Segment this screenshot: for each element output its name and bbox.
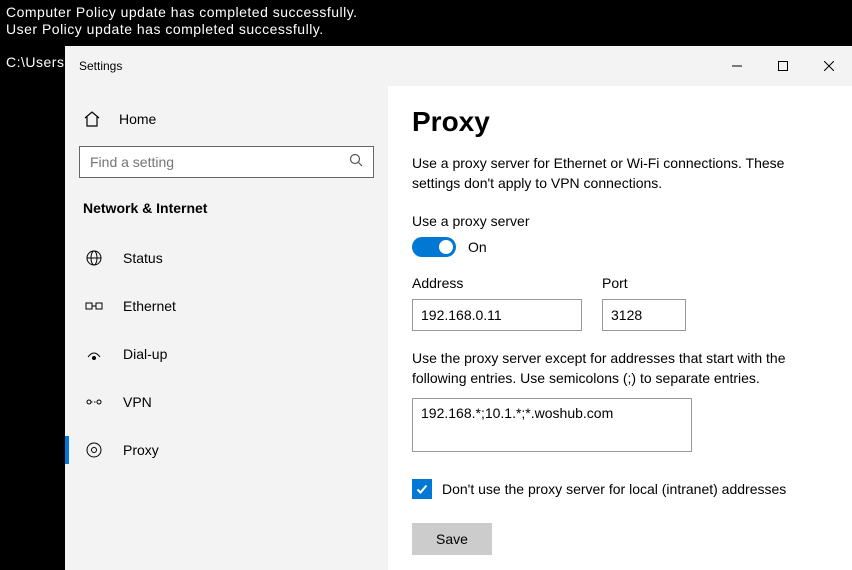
nav-label: Ethernet [123, 298, 176, 314]
vpn-icon [85, 393, 103, 411]
bypass-local-checkbox[interactable] [412, 479, 432, 499]
address-label: Address [412, 275, 582, 291]
save-button[interactable]: Save [412, 523, 492, 555]
page-title: Proxy [412, 106, 828, 138]
home-nav[interactable]: Home [79, 104, 374, 146]
minimize-button[interactable] [714, 50, 760, 82]
port-label: Port [602, 275, 686, 291]
nav-list: Status Ethernet Dial-up VPN Proxy [65, 234, 388, 474]
nav-label: Dial-up [123, 346, 167, 362]
search-input[interactable] [90, 154, 349, 170]
sidebar: Home Network & Internet Status Ethernet [65, 86, 388, 570]
maximize-button[interactable] [760, 50, 806, 82]
bypass-local-label: Don't use the proxy server for local (in… [442, 481, 786, 497]
sidebar-item-ethernet[interactable]: Ethernet [65, 282, 388, 330]
use-proxy-toggle[interactable] [412, 237, 456, 257]
titlebar: Settings [65, 46, 852, 86]
sidebar-item-proxy[interactable]: Proxy [65, 426, 388, 474]
search-box[interactable] [79, 146, 374, 178]
nav-label: Proxy [123, 442, 159, 458]
toggle-state-label: On [468, 239, 487, 255]
port-input[interactable] [602, 299, 686, 331]
nav-label: Status [123, 250, 163, 266]
close-button[interactable] [806, 50, 852, 82]
window-title: Settings [79, 59, 122, 73]
proxy-icon [85, 441, 103, 459]
exceptions-input[interactable] [412, 398, 692, 452]
sidebar-item-dialup[interactable]: Dial-up [65, 330, 388, 378]
nav-label: VPN [123, 394, 152, 410]
home-icon [83, 110, 101, 128]
sidebar-item-status[interactable]: Status [65, 234, 388, 282]
ethernet-icon [85, 297, 103, 315]
sidebar-item-vpn[interactable]: VPN [65, 378, 388, 426]
address-input[interactable] [412, 299, 582, 331]
settings-window: Settings Home Network & Internet Status [65, 46, 852, 570]
use-proxy-label: Use a proxy server [412, 213, 828, 229]
home-label: Home [119, 111, 156, 127]
except-label: Use the proxy server except for addresse… [412, 349, 828, 388]
proxy-description: Use a proxy server for Ethernet or Wi-Fi… [412, 154, 828, 193]
content-pane: Proxy Use a proxy server for Ethernet or… [388, 86, 852, 570]
search-icon [349, 153, 363, 172]
globe-icon [85, 249, 103, 267]
dialup-icon [85, 345, 103, 363]
section-header: Network & Internet [79, 200, 374, 234]
